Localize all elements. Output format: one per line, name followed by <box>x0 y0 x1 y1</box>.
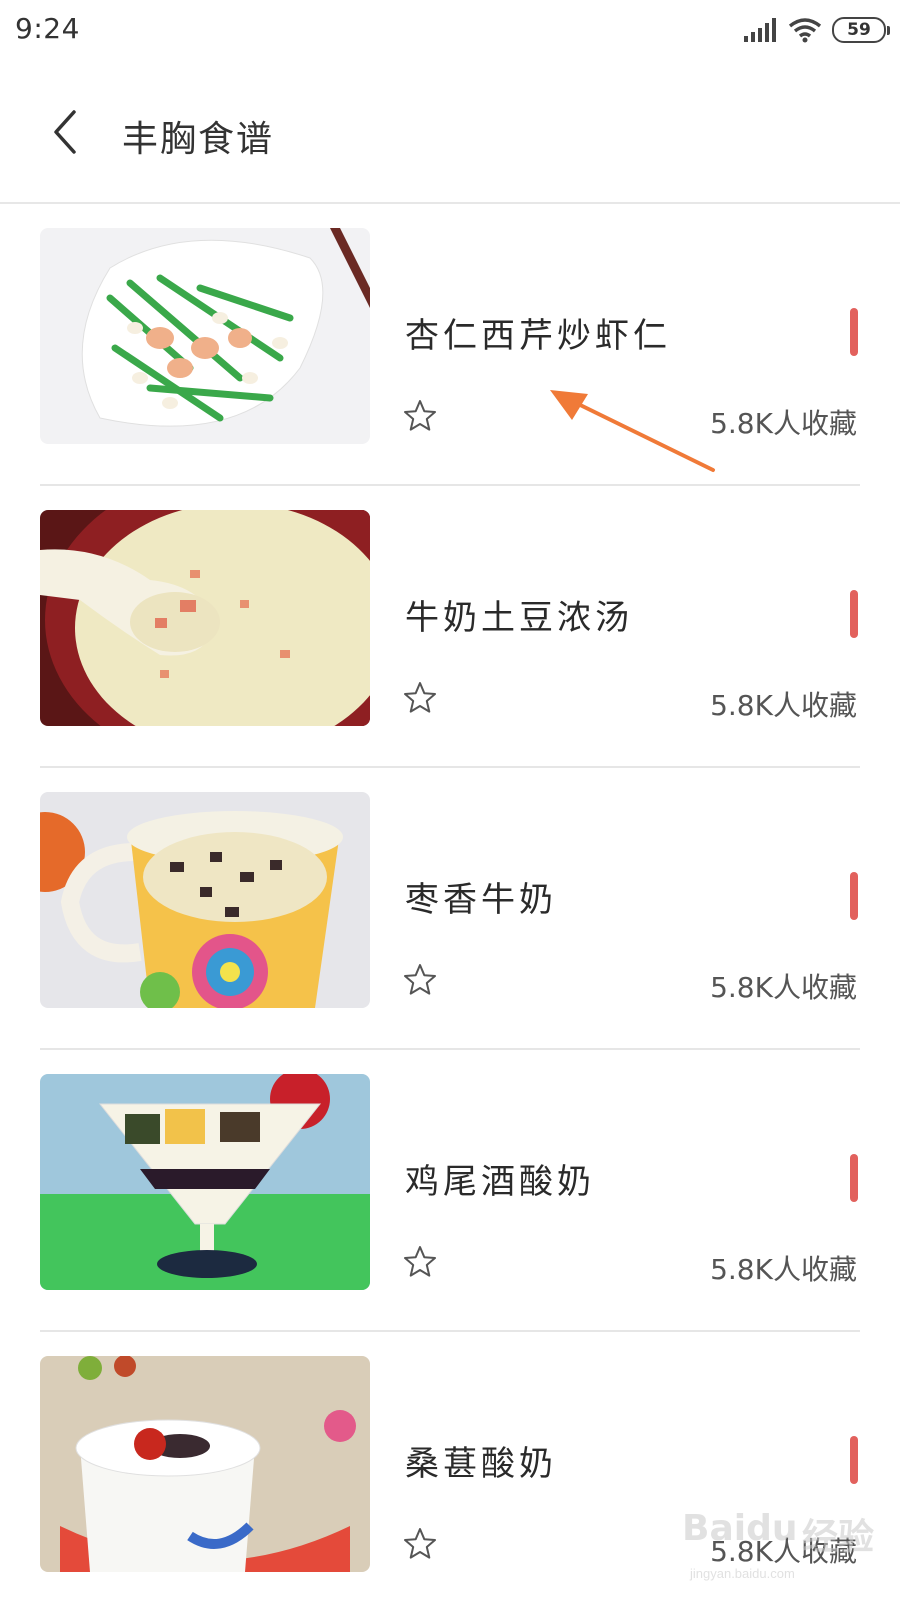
star-icon[interactable] <box>402 398 438 434</box>
watermark-cn: 经验 <box>802 1517 875 1558</box>
chevron-left-icon <box>54 110 76 154</box>
recipe-name[interactable]: 桑葚酸奶 <box>405 1436 557 1485</box>
recipe-item[interactable]: 牛奶土豆浓汤 5.8K人收藏 <box>0 486 900 768</box>
star-icon[interactable] <box>402 680 438 716</box>
favorite-count: 5.8K人收藏 <box>710 1253 857 1286</box>
recipe-image[interactable] <box>40 792 370 1008</box>
recipe-image[interactable] <box>40 228 370 444</box>
accent-marker <box>850 308 858 356</box>
recipe-name[interactable]: 牛奶土豆浓汤 <box>405 590 633 639</box>
annotation-arrow-icon <box>550 390 715 472</box>
battery-level: 59 <box>847 20 871 40</box>
recipe-item[interactable]: 杏仁西芹炒虾仁 5.8K人收藏 <box>0 204 900 486</box>
watermark-sub: jingyan.baidu.com <box>690 1566 795 1581</box>
battery-icon: 59 <box>832 17 890 43</box>
signal-icon <box>744 18 776 42</box>
recipe-name[interactable]: 杏仁西芹炒虾仁 <box>405 308 671 357</box>
recipe-item[interactable]: 枣香牛奶 5.8K人收藏 <box>0 768 900 1050</box>
recipe-name[interactable]: 枣香牛奶 <box>405 872 557 921</box>
baidu-watermark: Baidu 经验 jingyan.baidu.com <box>682 1508 892 1600</box>
recipe-image[interactable] <box>40 510 370 726</box>
recipe-item[interactable]: 鸡尾酒酸奶 5.8K人收藏 <box>0 1050 900 1332</box>
recipe-image[interactable] <box>40 1074 370 1290</box>
app-header: 丰胸食谱 <box>0 62 900 204</box>
favorite-count: 5.8K人收藏 <box>710 407 857 440</box>
accent-marker <box>850 872 858 920</box>
status-icons: 59 <box>744 14 890 46</box>
accent-marker <box>850 1154 858 1202</box>
star-icon[interactable] <box>402 1244 438 1280</box>
favorite-count: 5.8K人收藏 <box>710 689 857 722</box>
wifi-icon <box>788 18 822 43</box>
watermark-brand: Baidu <box>682 1508 798 1549</box>
star-icon[interactable] <box>402 1526 438 1562</box>
status-time: 9:24 <box>15 12 80 45</box>
back-button[interactable] <box>38 102 98 162</box>
page-title: 丰胸食谱 <box>122 119 275 160</box>
star-icon[interactable] <box>402 962 438 998</box>
favorite-count: 5.8K人收藏 <box>710 971 857 1004</box>
accent-marker <box>850 1436 858 1484</box>
status-bar: 9:24 59 <box>0 0 900 62</box>
accent-marker <box>850 590 858 638</box>
recipe-name[interactable]: 鸡尾酒酸奶 <box>405 1154 595 1203</box>
recipe-image[interactable] <box>40 1356 370 1572</box>
recipe-list: 杏仁西芹炒虾仁 5.8K人收藏 牛奶土豆浓汤 5.8K人收藏 枣香牛奶 5.8K… <box>0 204 900 1614</box>
